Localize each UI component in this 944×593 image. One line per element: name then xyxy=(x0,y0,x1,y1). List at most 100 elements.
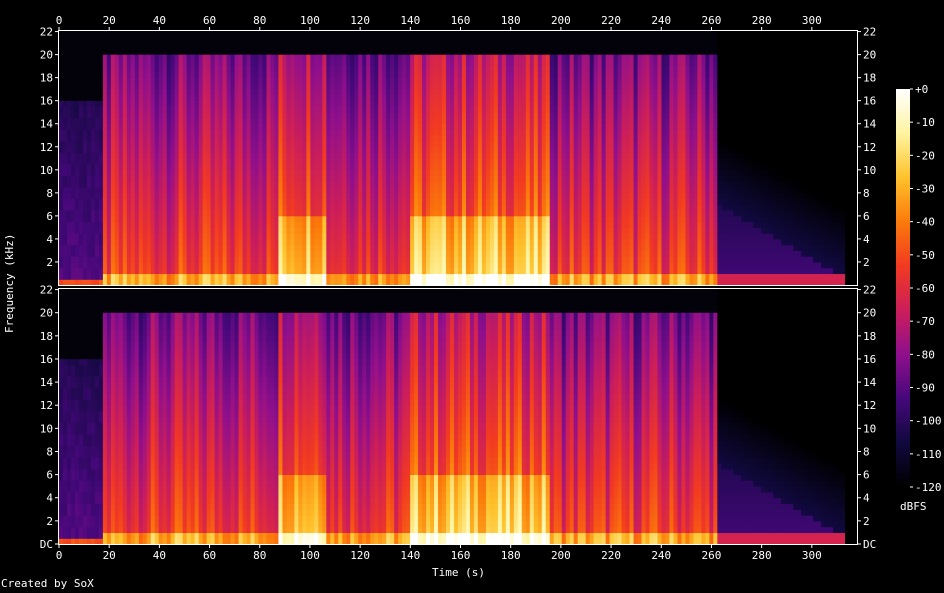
spectrogram-cell xyxy=(226,273,232,280)
spectrogram-cell xyxy=(126,134,132,142)
spectrogram-cell xyxy=(426,238,431,246)
spectrogram-cell xyxy=(226,233,232,240)
spectrogram-cell xyxy=(126,186,132,194)
spectrogram-cell xyxy=(430,31,435,38)
spectrogram-cell xyxy=(481,181,487,188)
spectrogram-cell xyxy=(250,181,256,188)
spectrogram-cell xyxy=(469,273,475,280)
spectrogram-cell xyxy=(450,94,455,101)
spectrogram-cell xyxy=(378,71,383,78)
spectrogram-cell xyxy=(258,221,264,228)
spectrogram-cell xyxy=(59,198,64,205)
spectrogram-cell xyxy=(242,123,248,130)
spectrogram-cell xyxy=(78,88,84,96)
spectrogram-cell xyxy=(110,100,116,107)
spectrogram-cell xyxy=(98,175,104,182)
spectrogram-cell xyxy=(489,140,495,148)
spectrogram-cell xyxy=(430,140,435,148)
spectrogram-cell xyxy=(262,186,268,194)
spectrogram-cell xyxy=(158,71,164,78)
spectrogram-cell xyxy=(294,198,299,205)
spectrogram-cell xyxy=(469,175,475,182)
spectrogram-cell xyxy=(238,215,244,223)
spectrogram-cell xyxy=(290,227,296,234)
spectrogram-cell xyxy=(410,181,415,188)
spectrogram-cell xyxy=(166,117,172,124)
spectrogram-cell xyxy=(505,129,511,136)
spectrogram-cell xyxy=(438,244,443,251)
spectrogram-cell xyxy=(454,192,459,200)
spectrogram-cell xyxy=(386,36,391,44)
spectrogram-cell xyxy=(174,71,180,78)
spectrogram-cell xyxy=(390,204,395,211)
spectrogram-cell xyxy=(430,48,435,55)
spectrogram-cell xyxy=(346,186,351,194)
spectrogram-cell xyxy=(354,233,359,240)
spectrogram-cell xyxy=(294,215,299,223)
spectrogram-cell xyxy=(218,209,224,217)
spectrogram-cell xyxy=(106,192,112,200)
spectrogram-cell xyxy=(246,227,252,234)
spectrogram-cell xyxy=(182,250,188,257)
spectrogram-cell xyxy=(90,198,96,205)
spectrogram-cell xyxy=(74,77,80,84)
spectrogram-cell xyxy=(386,129,391,136)
spectrogram-cell xyxy=(218,215,224,223)
spectrogram-cell xyxy=(130,36,136,44)
spectrogram-cell xyxy=(477,100,483,107)
spectrogram-cell xyxy=(78,82,84,90)
spectrogram-cell xyxy=(126,261,132,269)
spectrogram-cell xyxy=(150,129,156,136)
spectrogram-cell xyxy=(274,82,280,90)
spectrogram-cell xyxy=(366,106,371,113)
spectrogram-cell xyxy=(162,146,168,153)
spectrogram-cell xyxy=(314,54,319,61)
spectrogram-cell xyxy=(282,42,288,49)
spectrogram-cell xyxy=(290,158,296,165)
spectrogram-cell xyxy=(158,256,164,263)
spectrogram-cell xyxy=(182,267,188,275)
spectrogram-cell xyxy=(410,77,415,84)
spectrogram-cell xyxy=(454,169,459,176)
spectrogram-cell xyxy=(374,77,379,84)
spectrogram-cell xyxy=(386,233,391,240)
spectrogram-cell xyxy=(322,146,327,153)
spectrogram-cell xyxy=(406,31,411,38)
spectrogram-cell xyxy=(262,65,268,73)
spectrogram-cell xyxy=(465,36,471,44)
spectrogram-cell xyxy=(426,163,431,171)
spectrogram-cell xyxy=(450,158,455,165)
spectrogram-cell xyxy=(358,111,363,119)
spectrogram-cell xyxy=(370,100,375,107)
spectrogram-cell xyxy=(210,169,216,176)
spectrogram-cell xyxy=(170,123,176,130)
spectrogram-cell xyxy=(346,94,351,101)
spectrogram-cell xyxy=(258,48,264,55)
spectrogram-cell xyxy=(438,59,443,67)
spectrogram-cell xyxy=(178,123,184,130)
spectrogram-cell xyxy=(194,77,200,84)
spectrogram-cell xyxy=(402,181,407,188)
spectrogram-cell xyxy=(122,175,128,182)
spectrogram-cell xyxy=(366,221,371,228)
spectrogram-cell xyxy=(402,227,407,234)
spectrogram-cell xyxy=(358,82,363,90)
spectrogram-cell xyxy=(382,256,387,263)
spectrogram-cell xyxy=(458,36,463,44)
spectrogram-cell xyxy=(274,279,280,286)
spectrogram-cell xyxy=(230,221,236,228)
spectrogram-cell xyxy=(302,192,307,200)
spectrogram-cell xyxy=(274,129,280,136)
spectrogram-cell xyxy=(382,71,387,78)
spectrogram-cell xyxy=(138,209,144,217)
spectrogram-cell xyxy=(410,111,415,119)
spectrogram-cell xyxy=(390,42,395,49)
spectrogram-cell xyxy=(122,209,128,217)
spectrogram-cell xyxy=(477,59,483,67)
spectrogram-cell xyxy=(318,238,323,246)
spectrogram-cell xyxy=(210,54,216,61)
spectrogram-cell xyxy=(398,94,403,101)
spectrogram-cell xyxy=(266,54,272,61)
spectrogram-cell xyxy=(130,244,136,251)
spectrogram-cell xyxy=(434,227,439,234)
